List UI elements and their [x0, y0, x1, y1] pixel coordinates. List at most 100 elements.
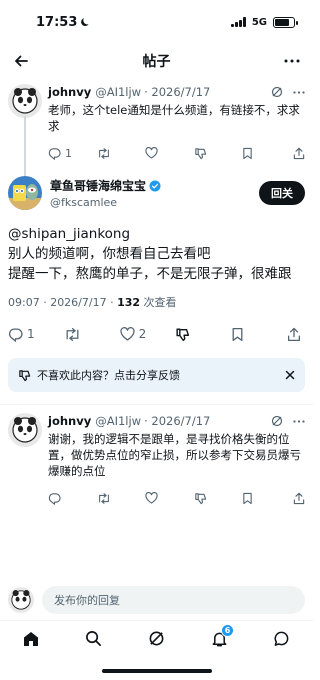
- notification-badge: 6: [221, 623, 235, 637]
- tweet-meta: johnvy @AI1ljw · 2026/7/17: [48, 413, 305, 429]
- tweet-date: · 2026/7/17: [144, 414, 211, 428]
- author-info: 章鱼哥锤海绵宝宝 @fkscamlee: [50, 177, 259, 209]
- reply-tweet[interactable]: johnvy @AI1ljw · 2026/7/17 谢谢，我的逻辑不是跟单，是…: [0, 405, 313, 511]
- tweet-timestamp-row: 09:07 · 2026/7/17 · 132 次查看: [8, 294, 305, 310]
- tweet-text: 老师，这个tele通知是什么频道，有链接不，求求求: [48, 103, 300, 133]
- tweet-text: 谢谢，我的逻辑不是跟单，是寻找价格失衡的位置，做优势点位的窄止损，所以参考下交易…: [48, 432, 301, 478]
- bookmark-icon: [243, 147, 253, 159]
- feedback-banner[interactable]: 不喜欢此内容？点击分享反馈: [8, 358, 305, 392]
- home-icon: [24, 631, 39, 646]
- home-indicator: [101, 669, 212, 673]
- dislike-icon: [195, 147, 206, 159]
- bookmark-icon: [243, 492, 253, 504]
- thread-line: [24, 116, 26, 176]
- parent-tweet[interactable]: johnvy @AI1ljw · 2026/7/17 老师，这个tele通知是什…: [0, 78, 313, 176]
- main-author: 章鱼哥锤海绵宝宝 @fkscamlee 回关: [8, 176, 305, 210]
- like-button[interactable]: [145, 147, 175, 159]
- mention-link[interactable]: @shipan_jiankong: [8, 224, 305, 244]
- back-button[interactable]: [10, 50, 32, 72]
- follow-back-button[interactable]: 回关: [259, 181, 305, 205]
- reply-input[interactable]: 发布你的回复: [42, 586, 305, 614]
- tab-messages[interactable]: [269, 626, 295, 652]
- battery-icon: [273, 16, 298, 28]
- avatar[interactable]: [8, 176, 42, 210]
- like-button[interactable]: 2: [120, 327, 150, 341]
- dislike-button[interactable]: [194, 147, 224, 160]
- grok-icon[interactable]: [271, 415, 283, 427]
- tweet-body: johnvy @AI1ljw · 2026/7/17 谢谢，我的逻辑不是跟单，是…: [48, 413, 305, 511]
- bookmark-button[interactable]: [231, 327, 261, 342]
- main-tweet: 章鱼哥锤海绵宝宝 @fkscamlee 回关 @shipan_jiankong …: [0, 166, 313, 354]
- tab-grok[interactable]: [143, 626, 169, 652]
- reply-composer: 发布你的回复: [0, 586, 313, 614]
- reply-count: 1: [27, 327, 35, 341]
- reply-count: 1: [65, 146, 72, 160]
- header: 帖子: [0, 44, 313, 78]
- tab-home[interactable]: [18, 626, 44, 652]
- like-icon: [120, 327, 135, 341]
- bookmark-button[interactable]: [242, 147, 272, 160]
- tweet-body: johnvy @AI1ljw · 2026/7/17 老师，这个tele通知是什…: [48, 84, 305, 166]
- more-button[interactable]: [281, 50, 303, 72]
- author-name[interactable]: johnvy: [48, 85, 91, 99]
- grok-icon[interactable]: [271, 86, 283, 98]
- author-handle[interactable]: @AI1ljw: [95, 414, 141, 428]
- retweet-button[interactable]: [97, 492, 127, 505]
- main-tweet-text: @shipan_jiankong 别人的频道啊，你想看自己去看吧 提醒一下，熬鹰…: [8, 224, 305, 284]
- like-count: 2: [138, 327, 147, 341]
- dislike-button[interactable]: [194, 492, 224, 505]
- reply-button[interactable]: 1: [48, 147, 78, 160]
- verified-badge-icon: [149, 180, 161, 191]
- dislike-icon: [176, 327, 190, 341]
- messages-icon: [274, 631, 289, 646]
- author-name[interactable]: 章鱼哥锤海绵宝宝: [50, 177, 146, 194]
- more-icon: [284, 59, 300, 63]
- network-label: 5G: [251, 16, 267, 28]
- tweet-actions: 1: [48, 140, 305, 166]
- main-tweet-actions: 1 2: [8, 314, 305, 354]
- avatar[interactable]: [8, 84, 42, 118]
- avatar[interactable]: [8, 587, 34, 613]
- close-icon[interactable]: [285, 370, 295, 380]
- share-icon: [293, 492, 305, 504]
- bottom-tab-bar: 6: [0, 620, 313, 656]
- tab-search[interactable]: [81, 626, 107, 652]
- author-name-row[interactable]: 章鱼哥锤海绵宝宝: [50, 177, 259, 194]
- retweet-button[interactable]: [97, 147, 127, 160]
- retweet-icon: [66, 327, 79, 341]
- author-handle[interactable]: @fkscamlee: [50, 196, 259, 209]
- tweet-tools: [271, 415, 305, 427]
- status-time-group: 17:53: [36, 15, 91, 30]
- share-button[interactable]: [291, 147, 305, 160]
- retweet-button[interactable]: [64, 327, 94, 342]
- share-button[interactable]: [287, 327, 301, 342]
- tweet-tools: [271, 86, 305, 98]
- tweet-date: · 2026/7/17: [144, 85, 211, 99]
- grok-icon: [149, 631, 164, 646]
- author-name[interactable]: johnvy: [48, 414, 91, 428]
- tab-notifications[interactable]: 6: [206, 623, 235, 652]
- status-bar: 17:53 5G: [0, 0, 313, 44]
- feedback-text[interactable]: 不喜欢此内容？点击分享反馈: [37, 367, 285, 383]
- tweet-meta: johnvy @AI1ljw · 2026/7/17: [48, 84, 305, 100]
- author-handle[interactable]: @AI1ljw: [95, 85, 141, 99]
- reply-icon: [48, 492, 61, 505]
- views-label: 次查看: [140, 296, 177, 309]
- reply-button[interactable]: [48, 492, 78, 505]
- retweet-icon: [98, 147, 109, 159]
- more-icon[interactable]: [293, 90, 305, 94]
- like-button[interactable]: [145, 492, 175, 504]
- share-icon: [293, 147, 305, 159]
- share-button[interactable]: [291, 492, 305, 505]
- reply-button[interactable]: 1: [8, 327, 38, 342]
- more-icon[interactable]: [293, 419, 305, 423]
- reply-icon: [8, 328, 23, 342]
- moon-icon: [81, 18, 89, 27]
- bookmark-button[interactable]: [242, 492, 272, 505]
- share-icon: [287, 327, 300, 341]
- dislike-button[interactable]: [175, 327, 205, 342]
- tweet-actions: [48, 485, 305, 511]
- avatar[interactable]: [8, 413, 42, 447]
- dislike-icon: [195, 492, 206, 504]
- search-icon: [86, 631, 102, 646]
